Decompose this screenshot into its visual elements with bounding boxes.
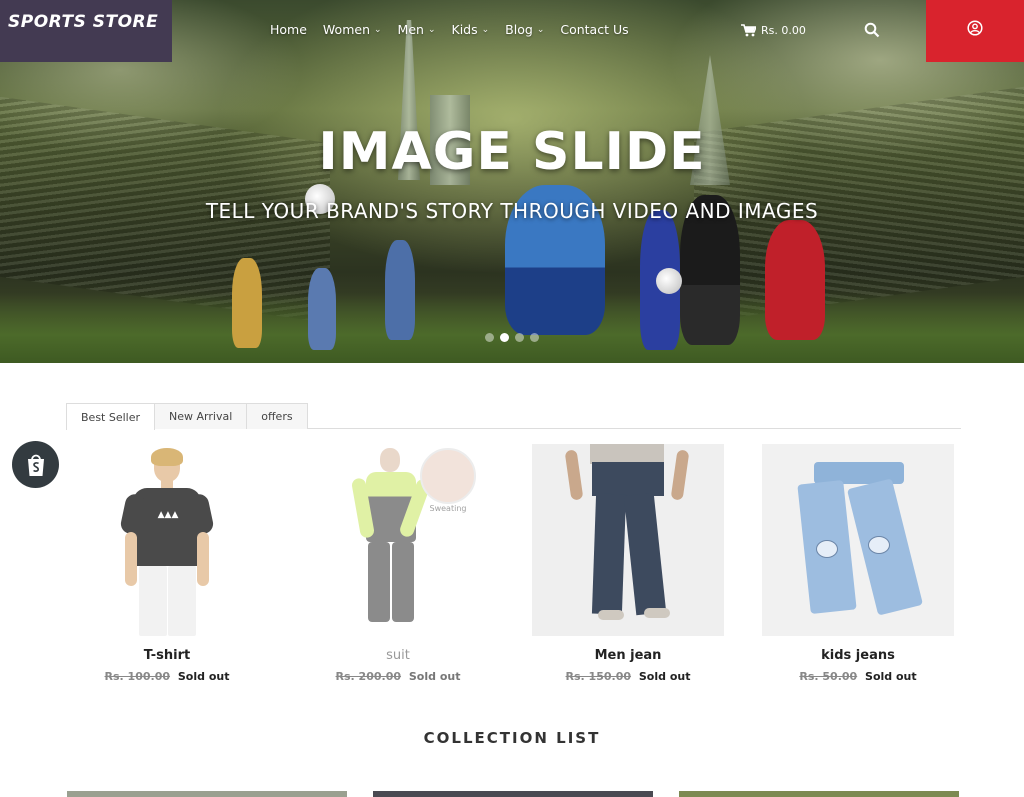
slide-dot-4[interactable] bbox=[530, 333, 539, 342]
chevron-down-icon: ⌄ bbox=[536, 24, 545, 35]
shirt-logo: ▲▲▲ bbox=[157, 510, 179, 520]
inset-caption: Sweating bbox=[429, 504, 467, 513]
player-figure bbox=[385, 240, 415, 340]
slide-dot-1[interactable] bbox=[485, 333, 494, 342]
tab-offers[interactable]: offers bbox=[246, 403, 308, 429]
nav-blog[interactable]: Blog ⌄ bbox=[505, 22, 544, 37]
product-price: Rs. 50.00 Sold out bbox=[762, 670, 954, 683]
chevron-down-icon: ⌄ bbox=[427, 24, 436, 35]
cat-patch bbox=[816, 540, 838, 558]
kids-jeans-image[interactable] bbox=[762, 444, 954, 636]
nav-label: Blog bbox=[505, 22, 533, 37]
shirt bbox=[590, 444, 664, 464]
nav-contact[interactable]: Contact Us bbox=[560, 22, 628, 37]
cart-link[interactable]: Rs. 0.00 bbox=[741, 24, 806, 37]
chevron-down-icon: ⌄ bbox=[374, 24, 382, 35]
nav-women[interactable]: Women ⌄ bbox=[323, 22, 382, 37]
player-figure bbox=[232, 258, 262, 348]
model-hair bbox=[151, 448, 183, 466]
cart-icon bbox=[741, 24, 756, 37]
search-icon bbox=[864, 22, 880, 38]
suit-image[interactable]: Sweating bbox=[302, 444, 494, 636]
shoe bbox=[644, 608, 670, 618]
collection-item[interactable] bbox=[67, 791, 347, 797]
slide-dots bbox=[485, 333, 539, 342]
nav-kids[interactable]: Kids ⌄ bbox=[452, 22, 490, 37]
product-tabs: Best Seller New Arrival offers bbox=[66, 403, 961, 430]
player-figure bbox=[308, 268, 336, 350]
tab-label: offers bbox=[261, 410, 293, 423]
tshirt-image[interactable]: ▲▲▲ bbox=[71, 444, 263, 636]
product-name[interactable]: Men jean bbox=[532, 648, 724, 663]
old-price: Rs. 100.00 bbox=[104, 670, 171, 683]
product-name[interactable]: T-shirt bbox=[71, 648, 263, 663]
shopping-bag-icon bbox=[27, 454, 44, 476]
pants bbox=[392, 542, 414, 622]
product-name[interactable]: kids jeans bbox=[762, 648, 954, 663]
arm bbox=[125, 532, 137, 586]
main-nav: Home Women ⌄ Men ⌄ Kids ⌄ Blog ⌄ Contact… bbox=[270, 22, 645, 37]
product-card[interactable]: Sweating suit Rs. 200.00 Sold out bbox=[302, 444, 494, 683]
jeans-leg bbox=[591, 493, 627, 615]
nav-label: Women bbox=[322, 22, 370, 37]
collection-item[interactable] bbox=[373, 791, 653, 797]
hero-title: IMAGE SLIDE bbox=[318, 122, 706, 182]
product-price: Rs. 100.00 Sold out bbox=[71, 670, 263, 683]
jeans-leg bbox=[623, 492, 667, 616]
product-card[interactable]: ▲▲▲ T-shirt Rs. 100.00 Sold out bbox=[71, 444, 263, 683]
hand bbox=[670, 449, 690, 501]
player-figure bbox=[765, 220, 825, 340]
jeans-waist bbox=[592, 462, 664, 496]
product-name[interactable]: suit bbox=[302, 648, 494, 663]
logo-text: SPORTS STORE bbox=[8, 12, 159, 32]
account-icon bbox=[967, 20, 983, 36]
sold-out-label: Sold out bbox=[408, 670, 461, 683]
arm bbox=[197, 532, 209, 586]
shoe bbox=[598, 610, 624, 620]
pants bbox=[368, 542, 390, 622]
sold-out-label: Sold out bbox=[177, 670, 230, 683]
pants bbox=[139, 566, 167, 636]
product-card[interactable]: Men jean Rs. 150.00 Sold out bbox=[532, 444, 724, 683]
product-price: Rs. 150.00 Sold out bbox=[532, 670, 724, 683]
sold-out-label: Sold out bbox=[865, 670, 917, 683]
cart-total: Rs. 0.00 bbox=[761, 24, 806, 37]
sold-out-label: Sold out bbox=[638, 670, 691, 683]
collection-list-title: COLLECTION LIST bbox=[423, 729, 601, 747]
tab-best-seller[interactable]: Best Seller bbox=[66, 403, 156, 430]
slide-dot-3[interactable] bbox=[515, 333, 524, 342]
hand bbox=[564, 449, 584, 501]
nav-label: Home bbox=[270, 22, 307, 37]
old-price: Rs. 150.00 bbox=[565, 670, 632, 683]
old-price: Rs. 200.00 bbox=[335, 670, 402, 683]
tab-label: New Arrival bbox=[169, 410, 233, 423]
hero-subtitle: TELL YOUR BRAND'S STORY THROUGH VIDEO AN… bbox=[205, 199, 819, 223]
ball-icon bbox=[656, 268, 682, 294]
inset-circle bbox=[420, 448, 476, 504]
nav-label: Men bbox=[397, 22, 424, 37]
account-button[interactable] bbox=[926, 0, 1024, 62]
tab-label: Best Seller bbox=[81, 410, 141, 424]
shopify-badge[interactable] bbox=[12, 441, 59, 488]
nav-home[interactable]: Home bbox=[270, 22, 307, 37]
chevron-down-icon: ⌄ bbox=[481, 24, 490, 35]
nav-label: Contact Us bbox=[560, 22, 629, 37]
store-logo[interactable]: SPORTS STORE bbox=[0, 0, 172, 62]
model-head bbox=[380, 448, 400, 472]
old-price: Rs. 50.00 bbox=[799, 670, 858, 683]
men-jean-image[interactable] bbox=[532, 444, 724, 636]
collection-item[interactable] bbox=[679, 791, 959, 797]
nav-men[interactable]: Men ⌄ bbox=[398, 22, 436, 37]
tab-new-arrival[interactable]: New Arrival bbox=[154, 403, 248, 429]
product-card[interactable]: kids jeans Rs. 50.00 Sold out bbox=[762, 444, 954, 683]
product-price: Rs. 200.00 Sold out bbox=[302, 670, 494, 683]
search-button[interactable] bbox=[864, 22, 884, 42]
cat-patch bbox=[868, 536, 890, 554]
pants bbox=[168, 566, 196, 636]
nav-label: Kids bbox=[451, 22, 478, 37]
slide-dot-2[interactable] bbox=[500, 333, 509, 342]
